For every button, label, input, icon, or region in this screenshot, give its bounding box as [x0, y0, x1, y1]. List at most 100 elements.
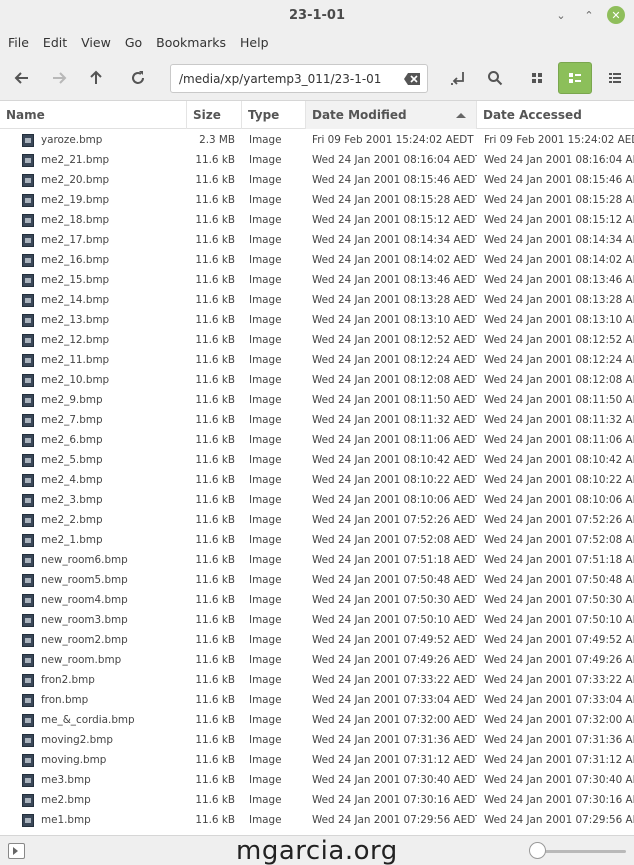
- table-row[interactable]: moving2.bmp 11.6 kB Image Wed 24 Jan 2001 0…: [0, 730, 634, 750]
- table-row[interactable]: me2_18.bmp 11.6 kB Image Wed 24 Jan 2001 08…: [0, 210, 634, 230]
- compact-view-icon: [609, 73, 621, 83]
- reload-icon: [132, 71, 144, 84]
- forward-button[interactable]: [44, 63, 74, 93]
- enter-location-icon: [451, 72, 464, 85]
- icon-view-button[interactable]: [522, 63, 552, 93]
- compact-view-button[interactable]: [600, 63, 630, 93]
- table-row[interactable]: me2_20.bmp 11.6 kB Image Wed 24 Jan 2001 08…: [0, 170, 634, 190]
- cell-name: me2_10.bmp: [22, 370, 187, 390]
- sidebar-toggle-icon[interactable]: [8, 843, 25, 859]
- cell-size: 11.6 kB: [195, 814, 235, 826]
- cell-date-modified: Wed 24 Jan 2001 07:31:12 AEDT: [312, 754, 477, 766]
- file-name: me2_18.bmp: [41, 214, 110, 226]
- table-row[interactable]: me2_14.bmp 11.6 kB Image Wed 24 Jan 2001 08…: [0, 290, 634, 310]
- zoom-slider-handle[interactable]: [529, 842, 546, 859]
- cell-date-modified: Wed 24 Jan 2001 07:49:52 AEDT: [312, 634, 477, 646]
- menu-view[interactable]: View: [81, 35, 111, 50]
- location-bar[interactable]: /media/xp/yartemp3_011/23-1-01: [170, 64, 428, 93]
- table-row[interactable]: me2_2.bmp 11.6 kB Image Wed 24 Jan 2001 07:…: [0, 510, 634, 530]
- table-row[interactable]: me1.bmp 11.6 kB Image Wed 24 Jan 2001 07:29…: [0, 810, 634, 830]
- list-view-button[interactable]: [558, 62, 592, 94]
- menu-go[interactable]: Go: [125, 35, 142, 50]
- up-button[interactable]: [81, 63, 111, 93]
- table-row[interactable]: me_&_cordia.bmp 11.6 kB Image Wed 24 Jan 20…: [0, 710, 634, 730]
- menu-edit[interactable]: Edit: [43, 35, 67, 50]
- menu-file[interactable]: File: [8, 35, 29, 50]
- table-row[interactable]: me2_15.bmp 11.6 kB Image Wed 24 Jan 2001 08…: [0, 270, 634, 290]
- table-row[interactable]: fron2.bmp 11.6 kB Image Wed 24 Jan 2001 07:…: [0, 670, 634, 690]
- location-toggle-button[interactable]: [443, 63, 473, 93]
- table-row[interactable]: new_room6.bmp 11.6 kB Image Wed 24 Jan 2001…: [0, 550, 634, 570]
- minimize-icon[interactable]: ⌄: [552, 6, 570, 24]
- table-row[interactable]: yaroze.bmp 2.3 MB Image Fri 09 Feb 2001 15:…: [0, 130, 634, 150]
- table-row[interactable]: me2_21.bmp 11.6 kB Image Wed 24 Jan 2001 08…: [0, 150, 634, 170]
- table-row[interactable]: me2_10.bmp 11.6 kB Image Wed 24 Jan 2001 08…: [0, 370, 634, 390]
- table-row[interactable]: me2_5.bmp 11.6 kB Image Wed 24 Jan 2001 08:…: [0, 450, 634, 470]
- cell-name: new_room5.bmp: [22, 570, 187, 590]
- menu-help[interactable]: Help: [240, 35, 269, 50]
- file-name: me2_20.bmp: [41, 174, 110, 186]
- table-row[interactable]: me2_13.bmp 11.6 kB Image Wed 24 Jan 2001 08…: [0, 310, 634, 330]
- cell-date-modified: Wed 24 Jan 2001 08:16:04 AEDT: [312, 154, 477, 166]
- cell-size: 11.6 kB: [195, 474, 235, 486]
- cell-type: Image: [249, 374, 282, 386]
- table-row[interactable]: me2_4.bmp 11.6 kB Image Wed 24 Jan 2001 08:…: [0, 470, 634, 490]
- cell-date-modified: Wed 24 Jan 2001 07:52:26 AEDT: [312, 514, 477, 526]
- table-row[interactable]: moving.bmp 11.6 kB Image Wed 24 Jan 2001 07…: [0, 750, 634, 770]
- cell-name: me2_1.bmp: [22, 530, 187, 550]
- table-row[interactable]: me2_11.bmp 11.6 kB Image Wed 24 Jan 2001 08…: [0, 350, 634, 370]
- reload-button[interactable]: [123, 63, 153, 93]
- table-row[interactable]: new_room5.bmp 11.6 kB Image Wed 24 Jan 2001…: [0, 570, 634, 590]
- table-row[interactable]: me2_19.bmp 11.6 kB Image Wed 24 Jan 2001 08…: [0, 190, 634, 210]
- column-type[interactable]: Type: [242, 101, 306, 129]
- table-row[interactable]: new_room.bmp 11.6 kB Image Wed 24 Jan 2001 …: [0, 650, 634, 670]
- cell-type: Image: [249, 654, 282, 666]
- cell-date-modified: Wed 24 Jan 2001 07:30:40 AEDT: [312, 774, 477, 786]
- column-size[interactable]: Size: [187, 101, 242, 129]
- cell-date-modified: Wed 24 Jan 2001 08:15:46 AEDT: [312, 174, 477, 186]
- search-button[interactable]: [480, 63, 510, 93]
- table-row[interactable]: new_room3.bmp 11.6 kB Image Wed 24 Jan 2001…: [0, 610, 634, 630]
- menu-bookmarks[interactable]: Bookmarks: [156, 35, 226, 50]
- column-date-accessed[interactable]: Date Accessed: [477, 101, 634, 129]
- cell-name: me2_18.bmp: [22, 210, 187, 230]
- table-row[interactable]: fron.bmp 11.6 kB Image Wed 24 Jan 2001 07:3…: [0, 690, 634, 710]
- cell-size: 11.6 kB: [195, 454, 235, 466]
- table-row[interactable]: me2_7.bmp 11.6 kB Image Wed 24 Jan 2001 08:…: [0, 410, 634, 430]
- table-row[interactable]: new_room4.bmp 11.6 kB Image Wed 24 Jan 2001…: [0, 590, 634, 610]
- table-row[interactable]: me2_1.bmp 11.6 kB Image Wed 24 Jan 2001 07:…: [0, 530, 634, 550]
- cell-name: me2_17.bmp: [22, 230, 187, 250]
- cell-type: Image: [249, 434, 282, 446]
- cell-date-accessed: Wed 24 Jan 2001 08:12:24 AEDT: [484, 354, 634, 366]
- cell-type: Image: [249, 774, 282, 786]
- back-button[interactable]: [7, 63, 37, 93]
- file-name: new_room3.bmp: [41, 614, 128, 626]
- cell-type: Image: [249, 474, 282, 486]
- table-row[interactable]: me2_12.bmp 11.6 kB Image Wed 24 Jan 2001 08…: [0, 330, 634, 350]
- column-name[interactable]: Name: [0, 101, 187, 129]
- table-row[interactable]: me3.bmp 11.6 kB Image Wed 24 Jan 2001 07:30…: [0, 770, 634, 790]
- table-row[interactable]: me2_16.bmp 11.6 kB Image Wed 24 Jan 2001 08…: [0, 250, 634, 270]
- cell-date-accessed: Wed 24 Jan 2001 08:11:32 AEDT: [484, 414, 634, 426]
- search-icon: [488, 71, 503, 86]
- table-row[interactable]: me2_6.bmp 11.6 kB Image Wed 24 Jan 2001 08:…: [0, 430, 634, 450]
- cell-date-accessed: Wed 24 Jan 2001 08:14:02 AEDT: [484, 254, 634, 266]
- maximize-icon[interactable]: ⌃: [580, 6, 598, 24]
- cell-size: 11.6 kB: [195, 734, 235, 746]
- table-row[interactable]: me2_9.bmp 11.6 kB Image Wed 24 Jan 2001 08:…: [0, 390, 634, 410]
- close-icon[interactable]: ✕: [607, 6, 625, 24]
- table-row[interactable]: new_room2.bmp 11.6 kB Image Wed 24 Jan 2001…: [0, 630, 634, 650]
- cell-date-accessed: Fri 09 Feb 2001 15:24:02 AEDT: [484, 134, 634, 146]
- clear-location-icon[interactable]: [403, 71, 421, 87]
- table-row[interactable]: me2.bmp 11.6 kB Image Wed 24 Jan 2001 07:30…: [0, 790, 634, 810]
- cell-size: 11.6 kB: [195, 194, 235, 206]
- file-name: new_room6.bmp: [41, 554, 128, 566]
- location-path[interactable]: /media/xp/yartemp3_011/23-1-01: [179, 72, 381, 86]
- file-name: yaroze.bmp: [41, 134, 103, 146]
- table-row[interactable]: me2_3.bmp 11.6 kB Image Wed 24 Jan 2001 08:…: [0, 490, 634, 510]
- column-date-modified[interactable]: Date Modified: [306, 101, 477, 129]
- table-row[interactable]: me2_17.bmp 11.6 kB Image Wed 24 Jan 2001 08…: [0, 230, 634, 250]
- cell-date-modified: Wed 24 Jan 2001 08:15:12 AEDT: [312, 214, 477, 226]
- cell-date-accessed: Wed 24 Jan 2001 07:33:04 AEDT: [484, 694, 634, 706]
- cell-type: Image: [249, 614, 282, 626]
